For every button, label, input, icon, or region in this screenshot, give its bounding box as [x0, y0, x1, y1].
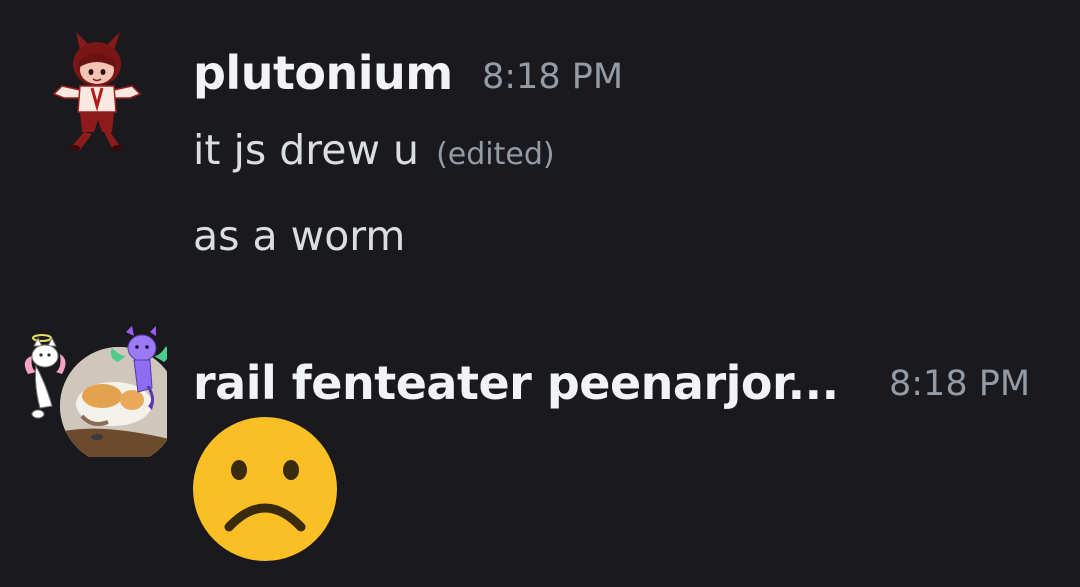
angel-cat-icon [24, 334, 66, 419]
message-author[interactable]: rail fenteater peenarjor... [193, 356, 839, 410]
devil-character-icon [52, 32, 142, 151]
message-group-plutonium: plutonium 8:18 PM it js drew u (edited) … [0, 0, 1080, 300]
frowning-face-emoji [193, 417, 337, 561]
message-line-text: it js drew u [193, 126, 420, 174]
message-line: as a worm [193, 212, 406, 260]
message-timestamp: 8:18 PM [482, 57, 624, 97]
edited-marker: (edited) [436, 137, 555, 172]
message-timestamp: 8:18 PM [889, 364, 1031, 404]
user-avatar-rail[interactable] [22, 322, 178, 465]
message-author[interactable]: plutonium [193, 46, 453, 100]
message-line: it js drew u (edited) [193, 126, 555, 174]
user-avatar-plutonium[interactable] [42, 28, 152, 156]
message-group-rail: rail fenteater peenarjor... 8:18 PM [0, 310, 1080, 587]
